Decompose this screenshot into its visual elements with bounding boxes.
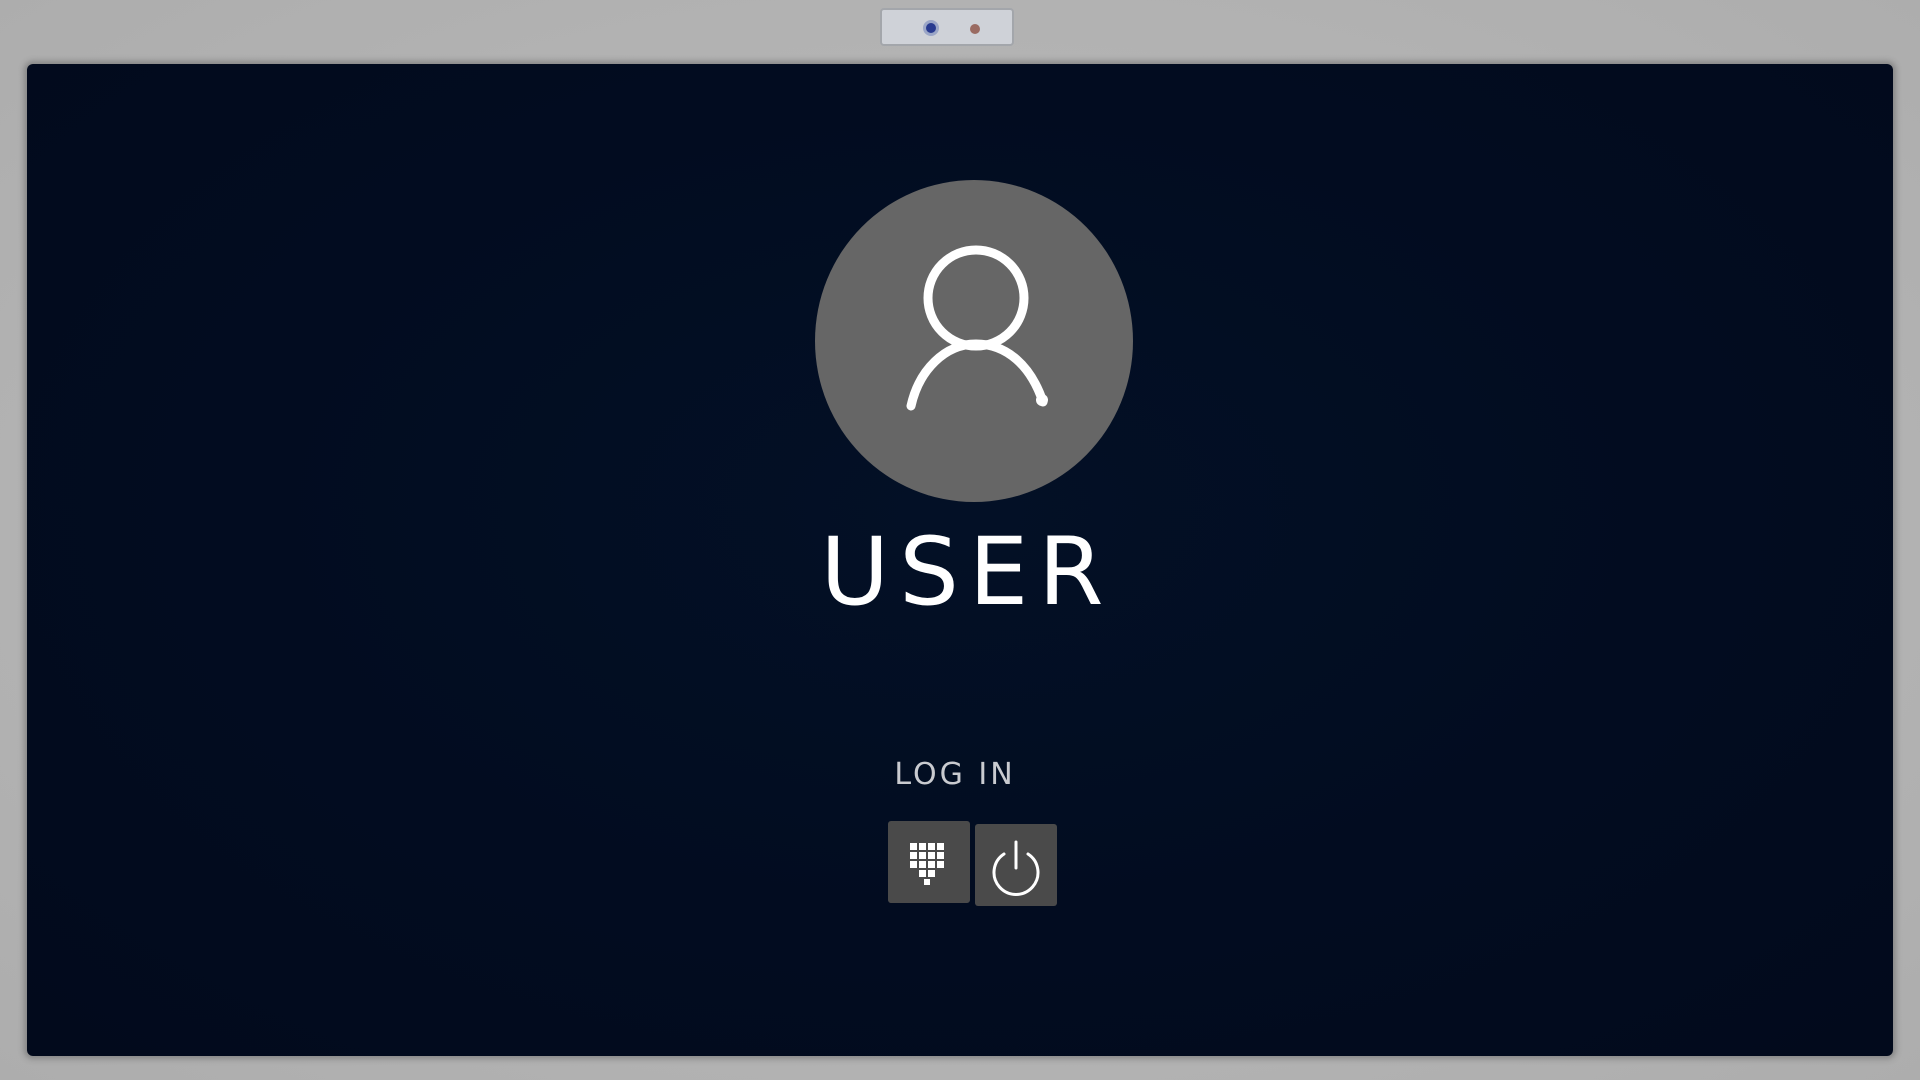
user-silhouette-icon bbox=[906, 245, 1048, 411]
webcam bbox=[880, 8, 1014, 46]
username-label: USER bbox=[820, 518, 1114, 627]
keypad-button[interactable] bbox=[888, 821, 970, 903]
power-button[interactable] bbox=[975, 824, 1057, 906]
webcam-lens bbox=[923, 20, 939, 36]
laptop-frame: USER LOG IN bbox=[0, 0, 1920, 1080]
login-screen: USER LOG IN bbox=[27, 64, 1893, 1056]
keypad-icon bbox=[910, 843, 944, 885]
user-avatar[interactable] bbox=[815, 180, 1133, 502]
power-icon bbox=[992, 840, 1040, 896]
login-label: LOG IN bbox=[894, 757, 1016, 792]
webcam-indicator-light bbox=[970, 24, 980, 34]
